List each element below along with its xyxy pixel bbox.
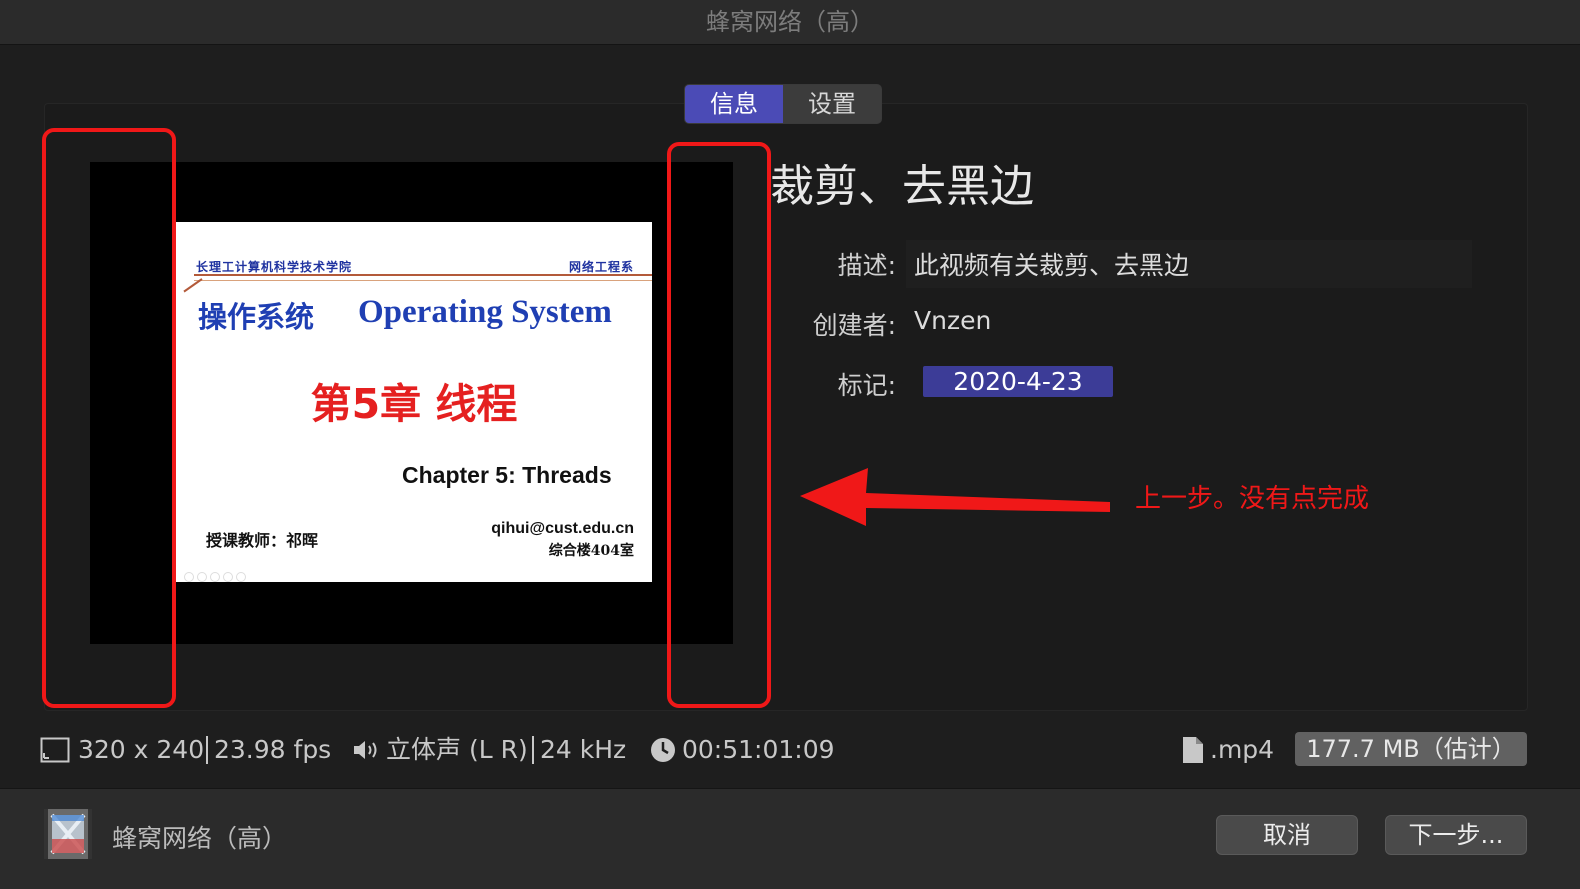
creator-label: 创建者: [812, 311, 896, 340]
file-icon [1183, 737, 1203, 763]
slide-chapter: 第5章 线程 [310, 380, 518, 428]
status-divider [532, 736, 534, 764]
description-value[interactable]: 此视频有关裁剪、去黑边 [914, 246, 1189, 282]
slide-teacher: 授课教师：祁晖 [206, 531, 319, 550]
info-title: 裁剪、去黑边 [770, 161, 1034, 212]
preset-name: 蜂窝网络（高） [112, 824, 288, 853]
slide-department: 网络工程系 [568, 260, 634, 274]
slide-college: 长理工计算机科学技术学院 [196, 260, 353, 274]
slide-subtitle: Chapter 5: Threads [402, 462, 612, 488]
next-button[interactable]: 下一步... [1385, 815, 1527, 855]
slide-nav-dots [184, 572, 246, 582]
slide-rule [194, 274, 652, 281]
audio-channels: 立体声 (L R) [386, 735, 528, 764]
preset-film-icon [44, 809, 92, 859]
tags-label: 标记: [837, 371, 896, 400]
resolution-value: 320 x 240 [78, 735, 205, 764]
tab-info[interactable]: 信息 [685, 85, 783, 123]
annotation-arrow-icon [800, 468, 1110, 526]
file-size-badge: 177.7 MB（估计） [1295, 732, 1527, 766]
window-title: 蜂窝网络（高） [0, 0, 1580, 45]
annotation-box-left-border [42, 128, 176, 708]
description-label: 描述: [837, 251, 896, 280]
preview-slide: 长理工计算机科学技术学院 网络工程系 操作系统 Operating System… [176, 222, 652, 582]
slide-title-en: Operating System [358, 294, 612, 330]
sample-rate: 24 kHz [540, 735, 627, 764]
creator-value[interactable]: Vnzen [914, 306, 991, 335]
status-bar: 320 x 240 23.98 fps 立体声 (L R) 24 kHz 00:… [40, 728, 1540, 772]
duration-value: 00:51:01:09 [682, 735, 835, 764]
resolution-icon [40, 737, 70, 763]
slide-title-cn: 操作系统 [198, 300, 315, 334]
slide-room: 综合楼404室 [548, 543, 634, 559]
annotation-text: 上一步。没有点完成 [1135, 484, 1370, 514]
footer-bar: 蜂窝网络（高） 取消 下一步... [0, 788, 1580, 889]
clock-icon [651, 738, 675, 762]
cancel-button[interactable]: 取消 [1216, 815, 1358, 855]
slide-rule-tick [183, 278, 203, 293]
speaker-icon [354, 741, 377, 759]
tab-settings[interactable]: 设置 [783, 85, 881, 123]
file-format: .mp4 [1210, 735, 1275, 764]
tab-bar: 信息 设置 [684, 84, 882, 124]
status-divider [206, 736, 208, 764]
fps-value: 23.98 fps [214, 735, 332, 764]
tag-token[interactable]: 2020-4-23 [923, 366, 1113, 397]
slide-email: qihui@cust.edu.cn [491, 520, 634, 537]
annotation-box-right-border [667, 142, 771, 708]
